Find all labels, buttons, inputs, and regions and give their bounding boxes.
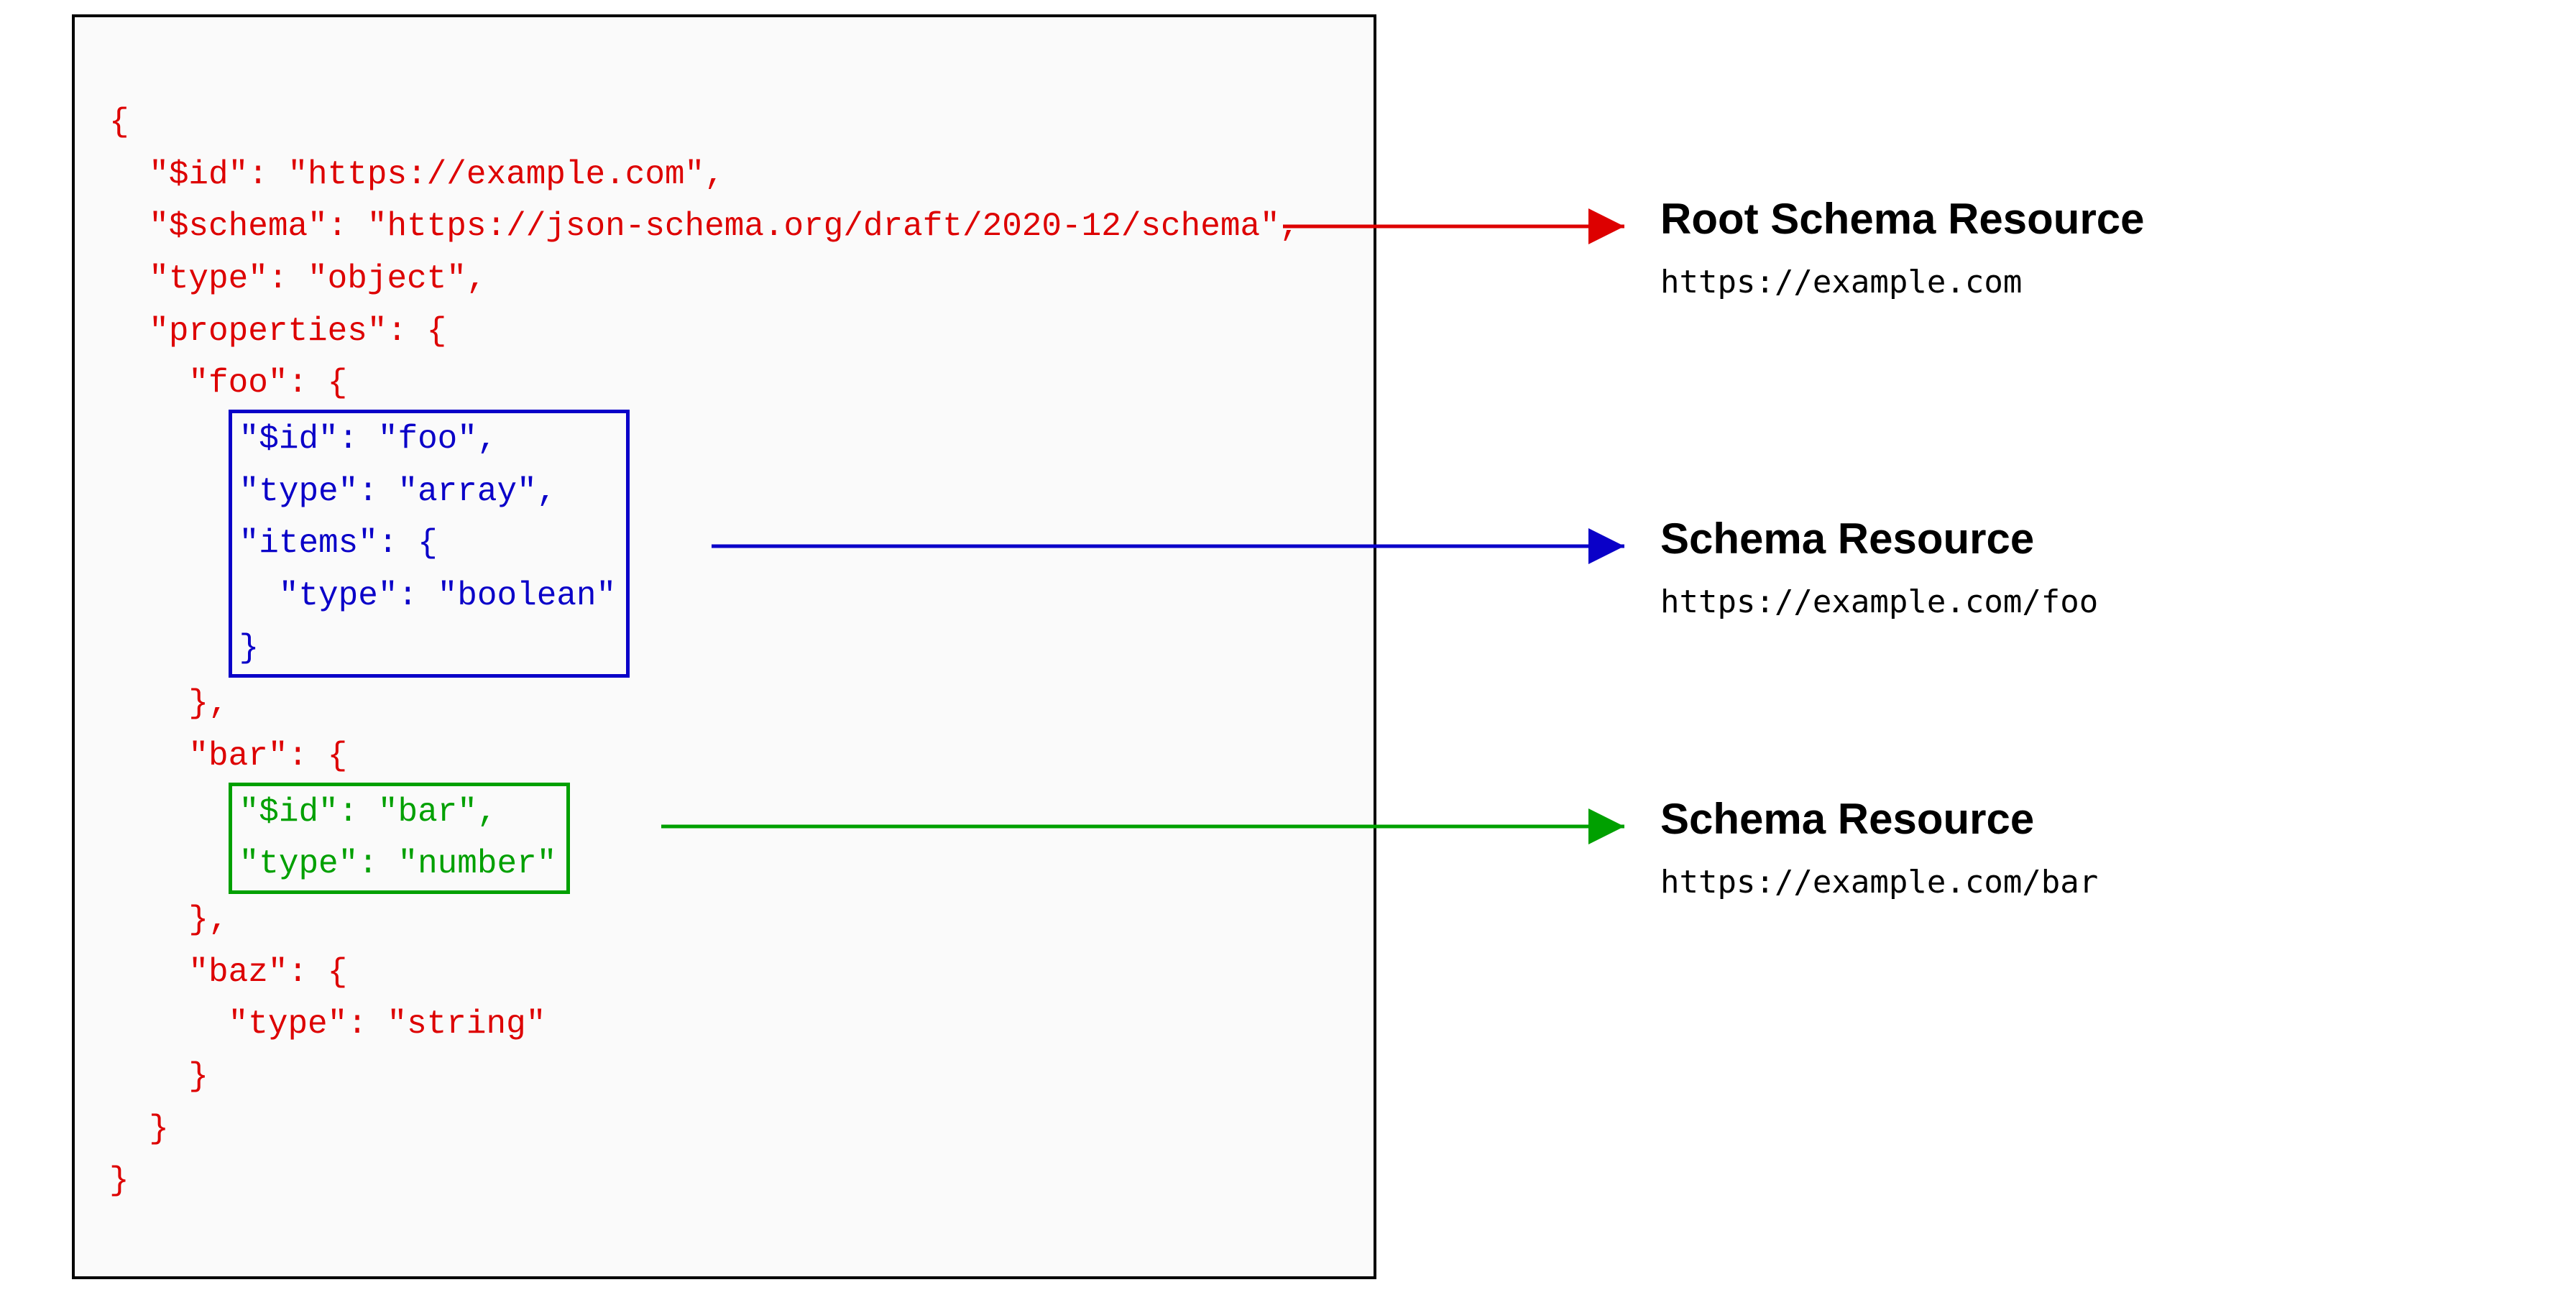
label-bar: Schema Resource https://example.com/bar [1660,794,2098,900]
label-root: Root Schema Resource https://example.com [1660,194,2145,300]
label-bar-title: Schema Resource [1660,794,2098,844]
label-root-title: Root Schema Resource [1660,194,2145,244]
label-foo: Schema Resource https://example.com/foo [1660,514,2098,620]
foo-schema-box: "$id": "foo", "type": "array", "items": … [229,410,630,678]
label-foo-title: Schema Resource [1660,514,2098,563]
code-text: { "$id": "https://example.com", "$schema… [109,96,1339,1207]
bar-schema-box: "$id": "bar", "type": "number" [229,783,571,894]
label-foo-url: https://example.com/foo [1660,584,2098,620]
label-root-url: https://example.com [1660,264,2145,300]
code-panel: { "$id": "https://example.com", "$schema… [72,14,1376,1279]
label-bar-url: https://example.com/bar [1660,864,2098,900]
